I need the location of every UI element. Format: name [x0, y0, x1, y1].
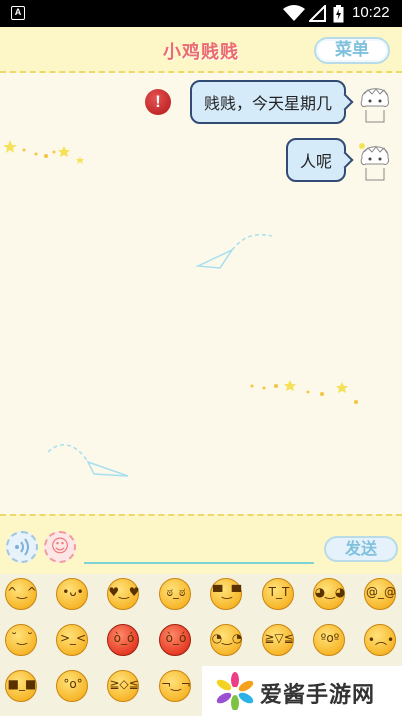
emoji-smirk-icon[interactable]: ˘‿˘	[5, 624, 37, 656]
emoji-angry-icon[interactable]: ò_ó	[107, 624, 139, 656]
message-bubble[interactable]: 贱贱，今天星期几	[189, 80, 346, 124]
avatar[interactable]	[354, 80, 396, 124]
stars-decoration-icon	[250, 380, 358, 404]
emoji-shocked-icon[interactable]: °o°	[56, 670, 88, 702]
watermark: 爱酱手游网	[202, 666, 402, 716]
signal-icon	[309, 5, 326, 22]
message-bubble[interactable]: 人呢	[285, 138, 346, 182]
emoji-laugh-cry-icon[interactable]: >_<	[56, 624, 88, 656]
flower-logo-icon	[216, 672, 254, 710]
emoji-page-indicator	[172, 708, 194, 716]
menu-button[interactable]: 菜单	[314, 37, 390, 64]
input-bar: ☺ 发送	[0, 514, 402, 574]
send-button[interactable]: 发送	[324, 536, 398, 562]
emoji-blush-icon[interactable]: •ᴗ•	[56, 578, 88, 610]
message-input[interactable]	[84, 534, 314, 564]
status-time: 10:22	[352, 4, 390, 21]
emoji-toggle-button[interactable]: ☺	[44, 531, 76, 563]
chat-header: 小鸡贱贱 菜单	[0, 27, 402, 73]
watermark-text: 爱酱手游网	[260, 683, 376, 708]
emoji-furious-icon[interactable]: ò_ó	[159, 624, 191, 656]
emoji-smile-icon[interactable]: ^‿^	[5, 578, 37, 610]
voice-button[interactable]	[6, 531, 38, 563]
send-failed-icon[interactable]: !	[144, 89, 171, 115]
smiley-icon: ☺	[50, 536, 70, 557]
avatar[interactable]	[354, 138, 396, 182]
emoji-wink-tongue-icon[interactable]: ◔‿◔	[210, 624, 242, 656]
battery-icon	[333, 5, 344, 23]
paper-plane-icon	[47, 444, 129, 477]
emoji-disapprove-icon[interactable]: ಠ_ಠ	[159, 578, 191, 610]
paper-plane-icon	[195, 234, 273, 269]
emoji-heart-eyes-icon[interactable]: ♥‿♥	[107, 578, 140, 610]
message-row: ! 贱贱，今天星期几	[144, 80, 402, 124]
emoji-shy-icon[interactable]: ◕‿◕	[313, 578, 345, 610]
emoji-scream-icon[interactable]: ≧◇≦	[107, 670, 139, 702]
emoji-surprised-icon[interactable]: ºoº	[313, 624, 345, 656]
emoji-cool-icon[interactable]: ▀̿‿▀	[210, 578, 242, 610]
notification-icon: A	[11, 6, 25, 20]
message-row: 人呢	[285, 138, 402, 182]
emoji-sly-icon[interactable]: ¬‿¬	[159, 670, 191, 702]
voice-icon	[15, 538, 29, 556]
emoji-grin-icon[interactable]: ≧▽≦	[262, 624, 294, 656]
emoji-sunglasses-icon[interactable]: ■_■	[5, 670, 37, 702]
emoji-sad-icon[interactable]: •︵•	[364, 624, 396, 656]
emoji-crying-icon[interactable]: T_T	[262, 578, 294, 610]
wifi-icon	[283, 5, 305, 21]
emoji-dizzy-icon[interactable]: @_@	[364, 578, 396, 610]
chat-area[interactable]: ! 贱贱，今天星期几 人呢	[0, 74, 402, 514]
stars-decoration-icon	[3, 140, 84, 164]
status-bar: A 10:22	[0, 0, 402, 27]
